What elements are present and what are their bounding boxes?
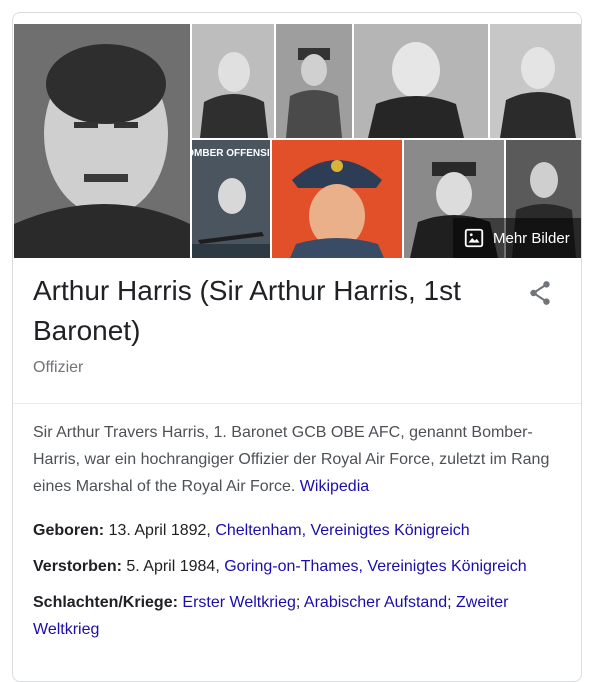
share-button[interactable] bbox=[527, 279, 553, 307]
book-cover-thumbnail[interactable]: BOMBER OFFENSIVE bbox=[192, 140, 270, 258]
fact-value: 5. April 1984, bbox=[126, 558, 220, 575]
fact-label: Schlachten/Kriege: bbox=[33, 594, 178, 611]
painting-thumbnail[interactable] bbox=[272, 140, 402, 258]
fact-label: Geboren: bbox=[33, 522, 105, 539]
image-icon bbox=[464, 228, 484, 248]
knowledge-panel: BOMBER OFFENSIVE bbox=[12, 12, 582, 682]
fact-value: 13. April 1892, bbox=[108, 522, 211, 539]
fact-link[interactable]: Erster Weltkrieg bbox=[182, 594, 296, 611]
photo-thumbnail-4[interactable] bbox=[490, 24, 581, 138]
poster-text: BOMBER OFFENSIVE bbox=[192, 148, 270, 159]
divider bbox=[13, 403, 581, 404]
share-icon bbox=[530, 281, 550, 305]
more-images-button[interactable]: Mehr Bilder bbox=[453, 218, 581, 258]
entity-title: Arthur Harris (Sir Arthur Harris, 1st Ba… bbox=[33, 275, 461, 346]
photo-thumbnail-2[interactable] bbox=[276, 24, 352, 138]
fact-died: Verstorben: 5. April 1984, Goring-on-Tha… bbox=[33, 553, 563, 580]
more-images-label: Mehr Bilder bbox=[493, 229, 570, 247]
fact-link[interactable]: Arabischer Aufstand bbox=[304, 594, 447, 611]
fact-link[interactable]: Goring-on-Thames, Vereinigtes Königreich bbox=[224, 558, 526, 575]
photo-thumbnail-1[interactable] bbox=[192, 24, 274, 138]
image-gallery: BOMBER OFFENSIVE bbox=[14, 24, 581, 258]
entity-subtitle: Offizier bbox=[33, 359, 84, 376]
fact-label: Verstorben: bbox=[33, 558, 122, 575]
facts-list: Geboren: 13. April 1892, Cheltenham, Ver… bbox=[33, 517, 563, 652]
portrait-main-image[interactable] bbox=[14, 24, 190, 258]
fact-born: Geboren: 13. April 1892, Cheltenham, Ver… bbox=[33, 517, 563, 544]
photo-thumbnail-3[interactable] bbox=[354, 24, 488, 138]
description: Sir Arthur Travers Harris, 1. Baronet GC… bbox=[33, 419, 553, 500]
fact-link[interactable]: Cheltenham, Vereinigtes Königreich bbox=[215, 522, 469, 539]
fact-battles: Schlachten/Kriege: Erster Weltkrieg; Ara… bbox=[33, 594, 509, 638]
title-row: Arthur Harris (Sir Arthur Harris, 1st Ba… bbox=[33, 271, 563, 351]
description-text: Sir Arthur Travers Harris, 1. Baronet GC… bbox=[33, 424, 550, 495]
wikipedia-link[interactable]: Wikipedia bbox=[300, 478, 369, 495]
